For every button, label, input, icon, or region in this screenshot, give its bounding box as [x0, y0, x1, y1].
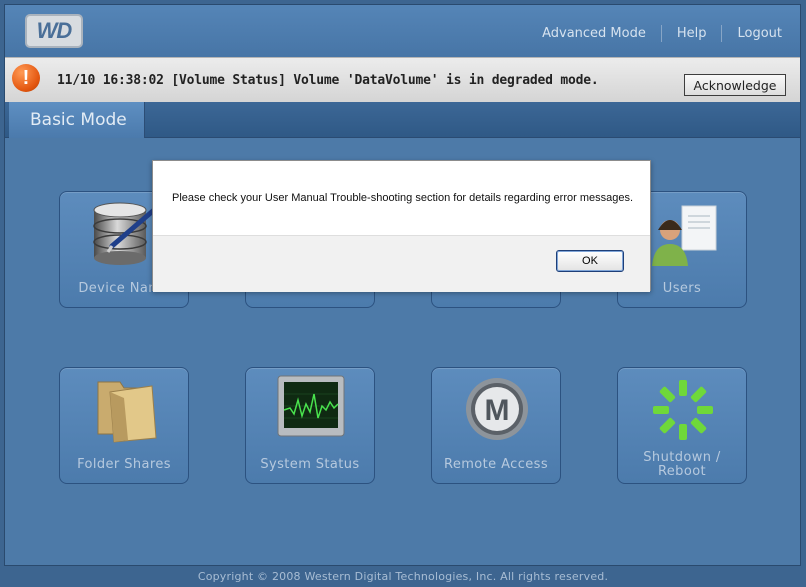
- nav-divider: [721, 25, 723, 42]
- tile-label-line: Shutdown /: [643, 450, 721, 465]
- warning-icon: !: [12, 64, 40, 92]
- mionet-icon: M: [466, 378, 528, 440]
- tile-label-line: Reboot: [657, 464, 707, 479]
- message-dialog: Please check your User Manual Trouble-sh…: [152, 160, 651, 292]
- tile-label: System Status: [260, 457, 360, 472]
- alert-message: 11/10 16:38:02 [Volume Status] Volume 'D…: [57, 73, 599, 88]
- tile-label: Shutdown / Reboot: [618, 451, 746, 479]
- folder-icon: [97, 381, 157, 443]
- nav-logout[interactable]: Logout: [737, 26, 782, 41]
- top-nav: Advanced Mode Help Logout: [542, 25, 782, 42]
- tile-shutdown-reboot[interactable]: Shutdown / Reboot: [617, 367, 747, 484]
- monitor-graph-icon: [277, 375, 345, 437]
- acknowledge-button[interactable]: Acknowledge: [684, 74, 786, 96]
- users-icon: [652, 205, 717, 266]
- nav-help[interactable]: Help: [677, 26, 707, 41]
- tile-label: Remote Access: [444, 457, 548, 472]
- ok-button[interactable]: OK: [556, 250, 624, 272]
- tile-system-status[interactable]: System Status: [245, 367, 375, 484]
- database-pen-icon: [93, 202, 157, 265]
- spinner-icon: [653, 380, 713, 440]
- tab-bar: Basic Mode: [5, 102, 800, 138]
- tile-label: Folder Shares: [77, 457, 171, 472]
- footer-copyright: Copyright © 2008 Western Digital Technol…: [197, 570, 609, 583]
- nav-advanced-mode[interactable]: Advanced Mode: [542, 26, 646, 41]
- tile-remote-access[interactable]: M Remote Access: [431, 367, 561, 484]
- nav-divider: [660, 25, 662, 42]
- mionet-letter: M: [485, 394, 510, 427]
- wd-logo: WD: [25, 14, 83, 48]
- header: WD Advanced Mode Help Logout: [5, 5, 800, 60]
- dialog-message: Please check your User Manual Trouble-sh…: [172, 192, 634, 204]
- dialog-footer: OK: [153, 235, 650, 292]
- alert-bar: ! 11/10 16:38:02 [Volume Status] Volume …: [5, 57, 800, 104]
- tab-basic-mode[interactable]: Basic Mode: [9, 102, 145, 138]
- tile-folder-shares[interactable]: Folder Shares: [59, 367, 189, 484]
